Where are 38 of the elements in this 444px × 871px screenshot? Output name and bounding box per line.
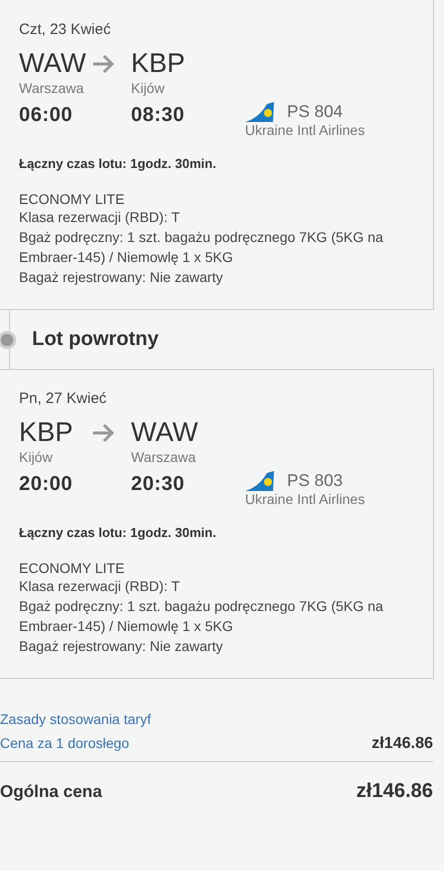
arrival-time: 08:30 — [131, 104, 186, 127]
flight-number: PS 804 — [287, 102, 343, 122]
city-name: Kijów — [19, 449, 54, 465]
flight-date: Czt, 23 Kwieć — [19, 21, 112, 38]
airport-code: KBP — [19, 417, 74, 447]
fare-rules-link[interactable]: Zasady stosowania taryf — [0, 711, 433, 727]
total-label: Ogólna cena — [0, 782, 102, 802]
arrival-time: 20:30 — [131, 473, 186, 496]
price-value: zł146.86 — [372, 735, 433, 753]
airline-name: Ukraine Intl Airlines — [245, 491, 366, 507]
fare-class: ECONOMY LITE — [19, 191, 126, 207]
arrow-icon — [91, 423, 115, 443]
fare-detail: Bgaż podręczny: 1 szt. bagażu podręcznego 7KG (5KG na Embraer-145) / Niemowlę 1 x 5KG — [19, 597, 384, 636]
fare-detail: Bgaż podręczny: 1 szt. bagażu podręcznego 7KG (5KG na Embraer-145) / Niemowlę 1 x 5KG — [19, 228, 384, 267]
flight-number: PS 803 — [287, 471, 343, 491]
airport-code: WAW — [19, 48, 87, 78]
total-price: zł146.86 — [356, 780, 433, 803]
airline-logo-icon — [245, 471, 275, 491]
airport-code: KBP — [131, 48, 186, 78]
fare-detail: Bagaż rejestrowany: Nie zawarty — [19, 637, 224, 656]
departure-time: 20:00 — [19, 473, 74, 496]
fare-detail: Klasa rezerwacji (RBD): T — [19, 577, 181, 596]
flight-duration: Łączny czas lotu: 1godz. 30min. — [19, 525, 218, 540]
flight-duration: Łączny czas lotu: 1godz. 30min. — [19, 156, 218, 171]
airline-logo-icon — [245, 102, 275, 122]
fare-class: ECONOMY LITE — [19, 560, 126, 576]
flight-date: Pn, 27 Kwieć — [19, 390, 108, 407]
city-name: Kijów — [131, 80, 166, 96]
airport-code: WAW — [131, 417, 199, 447]
fare-detail: Klasa rezerwacji (RBD): T — [19, 208, 181, 227]
price-label: Cena za 1 dorosłego — [0, 735, 130, 751]
section-heading: Lot powrotny — [32, 328, 159, 351]
city-name: Warszawa — [131, 449, 197, 465]
arrow-icon — [91, 54, 115, 74]
fare-detail: Bagaż rejestrowany: Nie zawarty — [19, 268, 224, 287]
airline-name: Ukraine Intl Airlines — [245, 122, 366, 138]
departure-time: 06:00 — [19, 104, 74, 127]
city-name: Warszawa — [19, 80, 85, 96]
